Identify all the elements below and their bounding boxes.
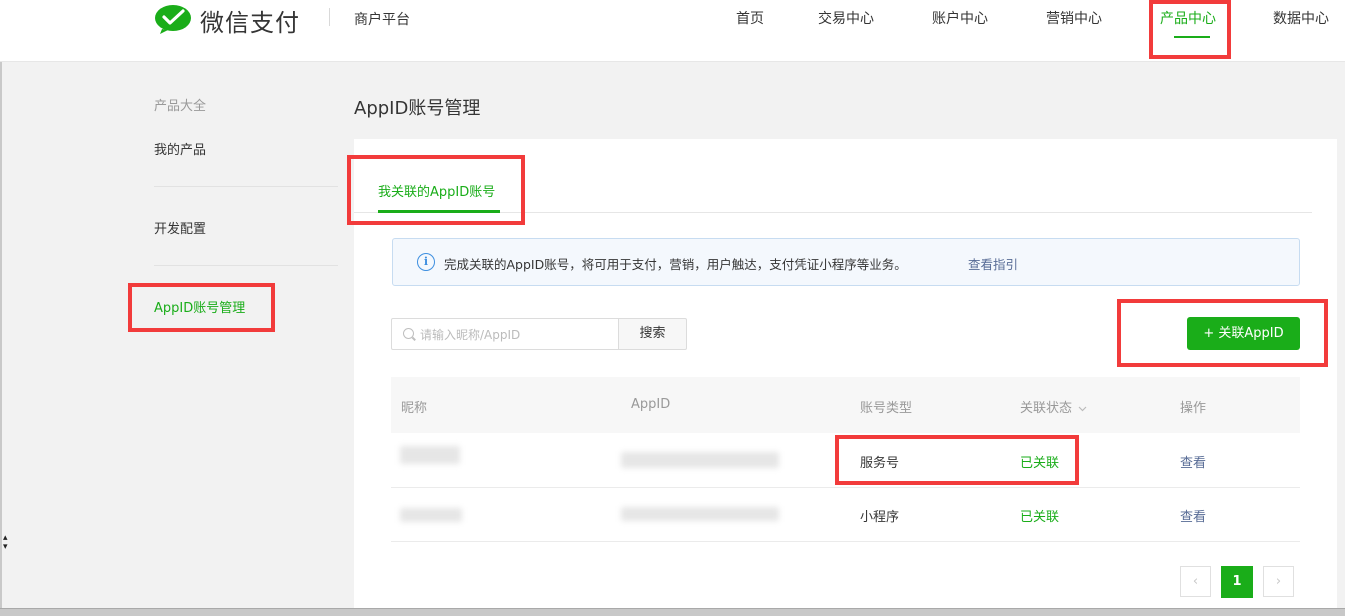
- column-header-appid: AppID: [631, 397, 671, 412]
- column-header-link-status[interactable]: 关联状态: [1020, 397, 1087, 416]
- account-type: 小程序: [860, 510, 900, 525]
- row-divider: [391, 541, 1300, 542]
- table-header: 昵称 AppID 账号类型 关联状态 操作: [391, 377, 1300, 433]
- account-type: 服务号: [860, 456, 900, 471]
- scroll-arrows-icon[interactable]: ▴ ▾: [3, 534, 8, 552]
- nav-item-transactions[interactable]: 交易中心: [818, 8, 874, 28]
- info-notice: i 完成关联的AppID账号，将可用于支付，营销，用户触达，支付凭证小程序等业务…: [392, 238, 1300, 286]
- tab-active-indicator: [378, 210, 500, 213]
- brand-name[interactable]: 微信支付: [200, 3, 300, 38]
- search-icon: [403, 328, 414, 339]
- appid-redacted: [621, 452, 779, 468]
- page-title: AppID账号管理: [354, 98, 481, 119]
- window-left-edge: [0, 62, 2, 608]
- sidebar-group-title: 产品大全: [154, 99, 207, 114]
- view-guide-link[interactable]: 查看指引: [968, 254, 1018, 273]
- column-header-nickname: 昵称: [401, 401, 428, 416]
- pagination-prev-button[interactable]: ‹: [1180, 566, 1211, 597]
- link-status: 已关联: [1020, 456, 1060, 471]
- nav-item-account[interactable]: 账户中心: [932, 8, 988, 28]
- view-link[interactable]: 查看: [1180, 452, 1206, 471]
- row-divider: [391, 487, 1300, 488]
- nav-item-data[interactable]: 数据中心: [1273, 8, 1329, 28]
- nickname-redacted: [400, 508, 462, 522]
- tab-linked-appids[interactable]: 我关联的AppID账号: [378, 181, 495, 200]
- info-icon: i: [417, 253, 435, 271]
- column-header-link-status-label: 关联状态: [1020, 401, 1073, 416]
- chevron-down-icon[interactable]: [1078, 406, 1087, 412]
- add-appid-button[interactable]: + 关联AppID: [1187, 317, 1300, 350]
- view-link[interactable]: 查看: [1180, 506, 1206, 525]
- top-navigation-bar: 微信支付 商户平台 首页 交易中心 账户中心 营销中心 产品中心 数据中心: [0, 0, 1345, 62]
- notice-text: 完成关联的AppID账号，将可用于支付，营销，用户触达，支付凭证小程序等业务。: [444, 257, 907, 272]
- column-header-actions: 操作: [1180, 401, 1207, 416]
- nickname-redacted: [400, 446, 460, 464]
- sidebar-item-dev-config[interactable]: 开发配置: [154, 218, 206, 237]
- search-button[interactable]: 搜索: [618, 318, 687, 350]
- sidebar-divider: [154, 186, 338, 187]
- appid-redacted: [621, 507, 779, 521]
- link-status: 已关联: [1020, 510, 1060, 525]
- brand-separator: [329, 8, 330, 26]
- sidebar-item-appid-management[interactable]: AppID账号管理: [154, 297, 245, 316]
- nav-active-indicator: [1174, 36, 1210, 38]
- sidebar-item-my-products[interactable]: 我的产品: [154, 139, 206, 158]
- pagination-current-page[interactable]: 1: [1221, 566, 1253, 598]
- nav-item-products[interactable]: 产品中心: [1160, 8, 1216, 28]
- bottom-taskbar-strip: [0, 608, 1345, 616]
- column-header-account-type: 账号类型: [860, 401, 913, 416]
- search-input[interactable]: [420, 325, 610, 345]
- nav-item-home[interactable]: 首页: [736, 8, 764, 28]
- platform-name: 商户平台: [354, 12, 410, 28]
- wechat-pay-logo-icon[interactable]: [154, 4, 192, 34]
- pagination-next-button[interactable]: ›: [1263, 566, 1294, 597]
- search-box: [391, 318, 619, 350]
- sidebar-divider: [154, 265, 338, 266]
- nav-item-marketing[interactable]: 营销中心: [1046, 8, 1102, 28]
